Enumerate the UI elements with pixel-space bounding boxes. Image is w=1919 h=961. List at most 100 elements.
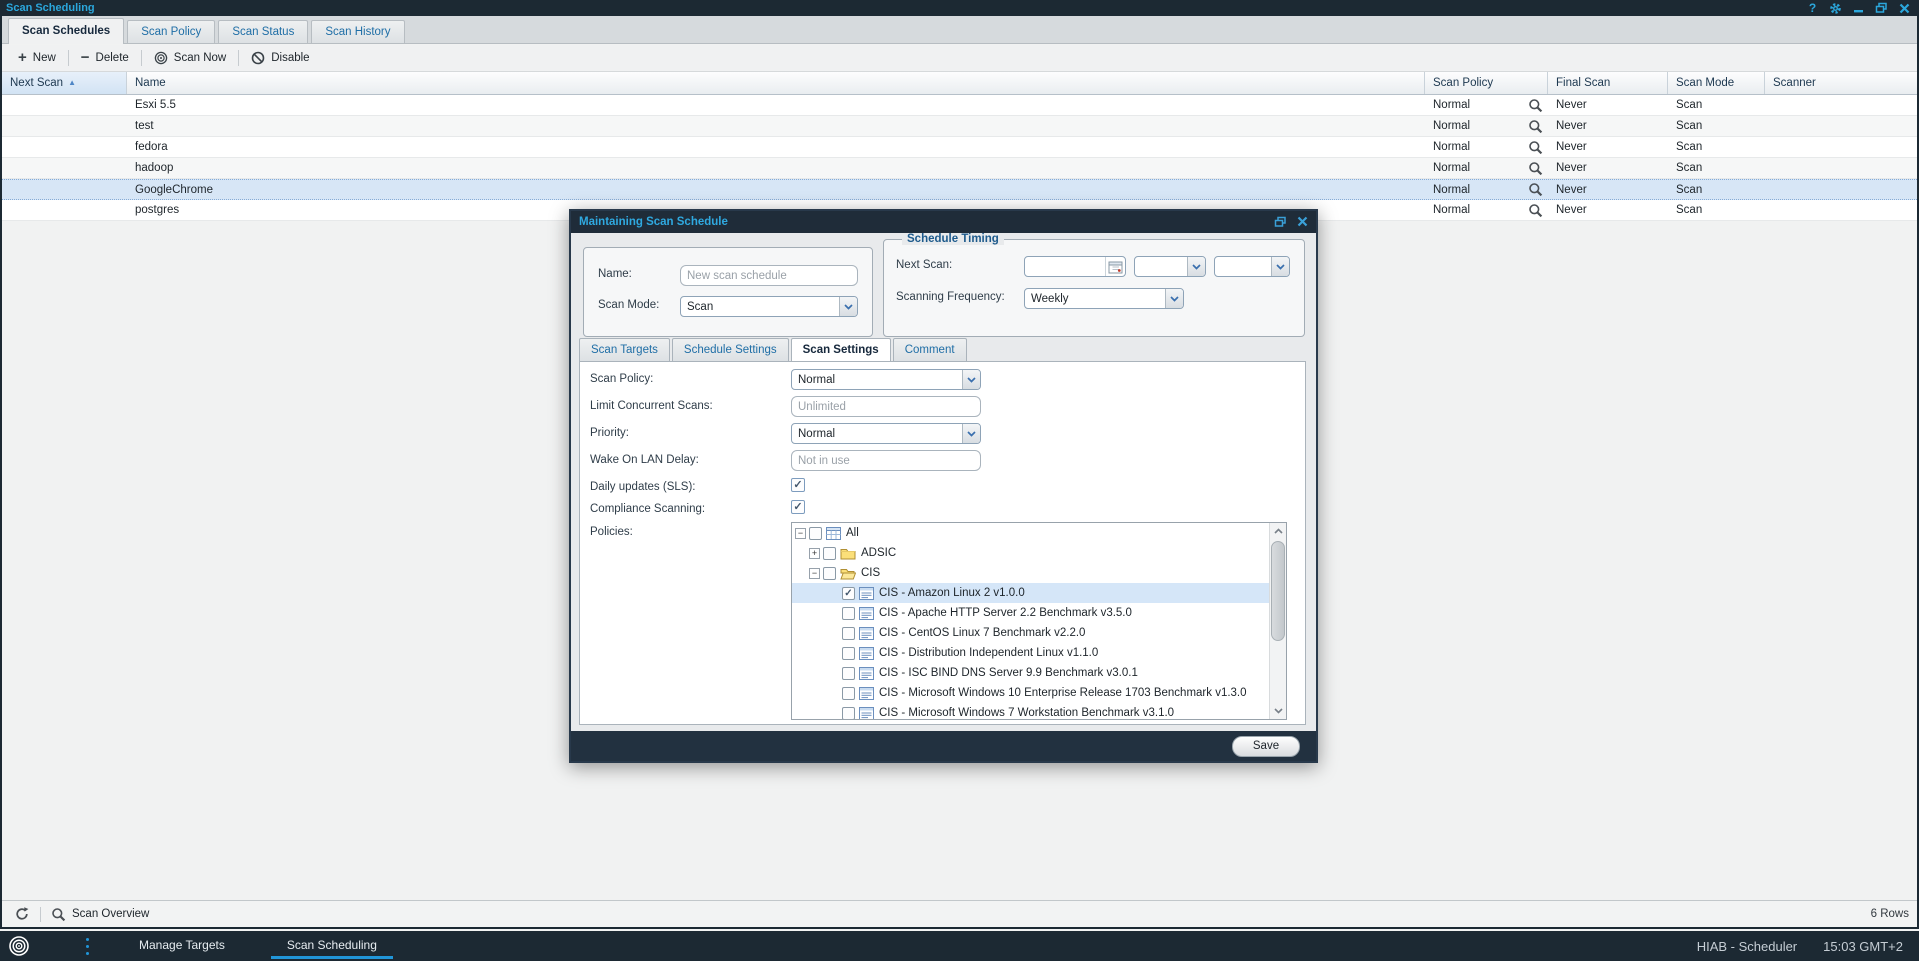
minus-icon: − xyxy=(81,51,90,65)
search-icon[interactable] xyxy=(1528,161,1543,176)
close-icon[interactable] xyxy=(1898,2,1911,15)
taskbar-item-manage-targets[interactable]: Manage Targets xyxy=(123,931,241,961)
tree-checkbox[interactable] xyxy=(823,547,836,560)
policy-icon xyxy=(859,667,874,680)
scan-policy-select[interactable]: Normal xyxy=(791,369,981,390)
calendar-icon[interactable] xyxy=(1105,257,1125,276)
policies-label: Policies: xyxy=(590,526,633,538)
dialog-title: Maintaining Scan Schedule xyxy=(579,216,728,228)
tree-checkbox[interactable] xyxy=(809,527,822,540)
search-icon[interactable] xyxy=(1528,203,1543,218)
search-icon[interactable] xyxy=(1528,140,1543,155)
menu-dots-icon[interactable] xyxy=(82,934,93,959)
refresh-button[interactable] xyxy=(10,904,34,924)
save-button[interactable]: Save xyxy=(1232,736,1300,757)
tree-item[interactable]: − CIS xyxy=(792,563,1269,583)
dialog-footer: Save xyxy=(571,731,1316,761)
chevron-down-icon xyxy=(839,297,857,316)
tree-checkbox[interactable] xyxy=(823,567,836,580)
limit-concurrent-scans-input[interactable] xyxy=(791,396,981,417)
tab-comment[interactable]: Comment xyxy=(893,338,967,361)
scan-mode-label: Scan Mode: xyxy=(598,299,659,311)
table-body: Esxi 5.5 Normal Never Scan test Normal N… xyxy=(2,95,1917,221)
restore-icon[interactable] xyxy=(1875,2,1888,15)
tree-checkbox[interactable] xyxy=(842,627,855,640)
scanning-frequency-select[interactable]: Weekly xyxy=(1024,288,1184,309)
scanning-frequency-label: Scanning Frequency: xyxy=(896,291,1005,303)
app-logo-bullseye-icon xyxy=(8,935,30,957)
expand-icon[interactable]: + xyxy=(809,548,820,559)
tree-checkbox[interactable] xyxy=(842,647,855,660)
tree-item-selected[interactable]: ✓ CIS - Amazon Linux 2 v1.0.0 xyxy=(792,583,1269,603)
tree-item[interactable]: CIS - Distribution Independent Linux v1.… xyxy=(792,643,1269,663)
next-scan-date-input[interactable] xyxy=(1024,256,1126,277)
collapse-icon[interactable]: − xyxy=(795,528,806,539)
tab-schedule-settings[interactable]: Schedule Settings xyxy=(672,338,789,361)
column-header-scanner[interactable]: Scanner xyxy=(1765,72,1917,94)
table-row[interactable]: fedora Normal Never Scan xyxy=(2,137,1917,158)
tree-checkbox[interactable] xyxy=(842,687,855,700)
tab-scan-history[interactable]: Scan History xyxy=(311,20,404,43)
tree-checkbox[interactable]: ✓ xyxy=(842,587,855,600)
search-icon[interactable] xyxy=(1528,182,1543,197)
column-header-scan-mode[interactable]: Scan Mode xyxy=(1668,72,1765,94)
tab-scan-status[interactable]: Scan Status xyxy=(218,20,308,43)
priority-select[interactable]: Normal xyxy=(791,423,981,444)
compliance-scanning-checkbox[interactable]: ✓ xyxy=(791,500,805,514)
scrollbar-thumb[interactable] xyxy=(1271,541,1285,641)
tree-item[interactable]: CIS - CentOS Linux 7 Benchmark v2.2.0 xyxy=(792,623,1269,643)
table-row[interactable]: hadoop Normal Never Scan xyxy=(2,158,1917,179)
policy-icon xyxy=(859,627,874,640)
tree-item[interactable]: CIS - Apache HTTP Server 2.2 Benchmark v… xyxy=(792,603,1269,623)
collapse-icon[interactable]: − xyxy=(809,568,820,579)
limit-concurrent-scans-label: Limit Concurrent Scans: xyxy=(590,400,713,412)
tree-item[interactable]: CIS - ISC BIND DNS Server 9.9 Benchmark … xyxy=(792,663,1269,683)
tree-checkbox[interactable] xyxy=(842,607,855,620)
tree-scrollbar[interactable] xyxy=(1269,523,1286,719)
wake-on-lan-delay-input[interactable] xyxy=(791,450,981,471)
table-row-selected[interactable]: GoogleChrome Normal Never Scan xyxy=(2,179,1917,200)
next-scan-hour-select[interactable] xyxy=(1134,256,1206,277)
tab-scan-settings[interactable]: Scan Settings xyxy=(791,338,891,362)
gear-icon[interactable] xyxy=(1829,2,1842,15)
sort-asc-icon: ▲ xyxy=(68,79,76,87)
tree-item[interactable]: + ADSIC xyxy=(792,543,1269,563)
delete-button[interactable]: − Delete xyxy=(73,48,137,68)
search-icon[interactable] xyxy=(1528,98,1543,113)
dialog-close-icon[interactable] xyxy=(1297,216,1308,228)
tree-item[interactable]: − All xyxy=(792,523,1269,543)
tab-scan-policy[interactable]: Scan Policy xyxy=(127,20,215,43)
tree-item[interactable]: CIS - Microsoft Windows 7 Workstation Be… xyxy=(792,703,1269,720)
scroll-down-icon[interactable] xyxy=(1270,703,1286,719)
tab-scan-schedules[interactable]: Scan Schedules xyxy=(8,18,124,44)
tree-checkbox[interactable] xyxy=(842,707,855,720)
table-row[interactable]: test Normal Never Scan xyxy=(2,116,1917,137)
column-header-next-scan[interactable]: Next Scan ▲ xyxy=(2,72,127,94)
table-row[interactable]: Esxi 5.5 Normal Never Scan xyxy=(2,95,1917,116)
name-input[interactable] xyxy=(680,265,858,286)
column-header-final-scan[interactable]: Final Scan xyxy=(1548,72,1668,94)
minimize-icon[interactable] xyxy=(1852,2,1865,15)
dialog-title-bar: Maintaining Scan Schedule xyxy=(571,211,1316,233)
daily-updates-checkbox[interactable]: ✓ xyxy=(791,478,805,492)
tree-checkbox[interactable] xyxy=(842,667,855,680)
disable-button[interactable]: Disable xyxy=(243,48,317,68)
scan-overview-button[interactable]: Scan Overview xyxy=(47,905,153,924)
scroll-up-icon[interactable] xyxy=(1270,523,1286,539)
column-header-scan-policy[interactable]: Scan Policy xyxy=(1425,72,1548,94)
next-scan-minute-select[interactable] xyxy=(1214,256,1290,277)
taskbar-item-scan-scheduling[interactable]: Scan Scheduling xyxy=(271,931,393,961)
dialog-restore-icon[interactable] xyxy=(1274,216,1287,228)
chevron-down-icon xyxy=(962,370,980,389)
tree-item[interactable]: CIS - Microsoft Windows 10 Enterprise Re… xyxy=(792,683,1269,703)
toolbar-separator xyxy=(68,50,69,66)
help-icon[interactable]: ? xyxy=(1806,2,1819,15)
search-icon xyxy=(51,907,66,922)
search-icon[interactable] xyxy=(1528,119,1543,134)
new-button[interactable]: + New xyxy=(10,48,64,68)
tab-scan-targets[interactable]: Scan Targets xyxy=(579,338,670,361)
column-header-name[interactable]: Name xyxy=(127,72,1425,94)
scan-settings-panel: Scan Policy: Normal Limit Concurrent Sca… xyxy=(579,361,1306,725)
scan-mode-select[interactable]: Scan xyxy=(680,296,858,317)
scan-now-button[interactable]: Scan Now xyxy=(146,48,234,68)
